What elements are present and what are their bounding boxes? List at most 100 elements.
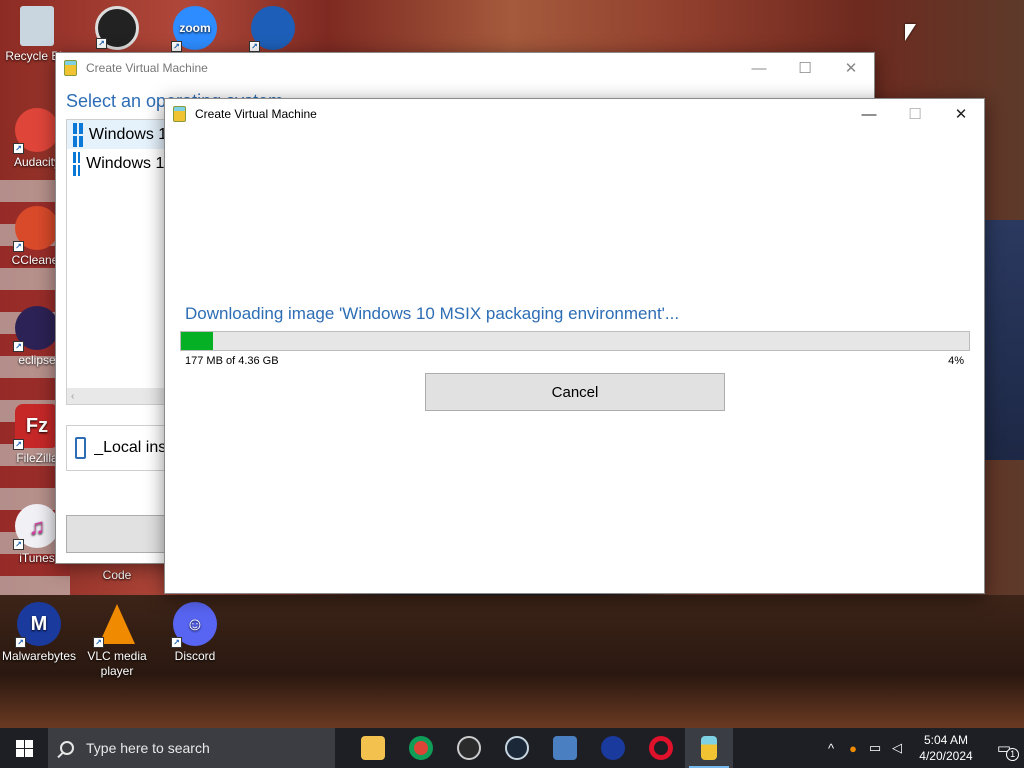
cancel-button[interactable]: Cancel: [425, 373, 725, 411]
taskbar-malwarebytes[interactable]: [589, 728, 637, 768]
discord-icon: ☺ ↗: [171, 602, 217, 648]
chrome-icon: [409, 736, 433, 760]
progress-fill: [181, 332, 213, 350]
back-window-title: Create Virtual Machine: [86, 61, 208, 75]
minimize-button[interactable]: —: [846, 99, 892, 129]
desktop-icon-openoffice[interactable]: ↗: [236, 6, 310, 53]
horizontal-scrollbar[interactable]: ‹: [67, 388, 175, 404]
taskbar-opera[interactable]: [637, 728, 685, 768]
shortcut-arrow-icon: ↗: [13, 539, 24, 550]
shortcut-arrow-icon: ↗: [171, 637, 182, 648]
os-list[interactable]: Windows 11 dev environment Windows 10 MS…: [66, 119, 176, 405]
desktop-icon-vlc[interactable]: ↗ VLC media player: [80, 602, 154, 679]
scroll-left-arrow-icon[interactable]: ‹: [71, 391, 74, 402]
zoom-icon-text: zoom: [179, 20, 211, 35]
audacity-icon: ↗: [13, 108, 59, 154]
notification-count: 1: [1006, 748, 1020, 761]
search-icon: [60, 741, 74, 755]
desktop-icon-obs[interactable]: ↗: [80, 6, 154, 53]
hyper-v-quick-create-icon: [701, 736, 717, 760]
opera-icon: [649, 736, 673, 760]
download-window-titlebar[interactable]: Create Virtual Machine — ☐ ✕: [165, 99, 984, 129]
filezilla-icon-text: Fz: [25, 414, 49, 437]
show-hidden-icons-chevron-icon[interactable]: ^: [820, 741, 842, 756]
desktop-icon-label: eclipse: [18, 353, 56, 367]
close-button[interactable]: ✕: [938, 99, 984, 129]
local-source-icon: [75, 437, 87, 459]
desktop-icon-label: Code: [102, 568, 132, 582]
taskbar-steam[interactable]: [493, 728, 541, 768]
windows-logo-icon: [73, 122, 83, 147]
shortcut-arrow-icon: ↗: [15, 637, 26, 648]
clock-time: 5:04 AM: [923, 733, 969, 747]
notification-center-icon[interactable]: ▭ 1: [984, 739, 1024, 761]
system-tray: ^ ● ▭ ◁ 5:04 AM 4/20/2024 ▭ 1: [820, 728, 1024, 768]
download-progress-bar: [180, 331, 970, 351]
start-button[interactable]: [0, 728, 48, 768]
steam-icon: [505, 736, 529, 760]
tray-app-icon[interactable]: ●: [842, 741, 864, 756]
os-item-windows-11[interactable]: Windows 11 dev environment: [67, 120, 175, 149]
desktop-icon-label: Discord: [174, 649, 216, 663]
desktop-icon-discord[interactable]: ☺ ↗ Discord: [158, 602, 232, 664]
shortcut-arrow-icon: ↗: [13, 439, 24, 450]
local-installation-source[interactable]: _Local installation source: [66, 425, 176, 471]
itunes-icon: ♫ ↗: [13, 504, 59, 550]
mouse-cursor-icon: [905, 24, 916, 41]
search-placeholder: Type here to search: [86, 740, 210, 756]
desktop-icon-code[interactable]: Code: [80, 568, 154, 583]
os-item-windows-10-msix[interactable]: Windows 10 MSIX packaging environment: [67, 149, 175, 178]
download-size-text: 177 MB of 4.36 GB: [185, 355, 279, 367]
close-button[interactable]: ✕: [828, 53, 874, 83]
taskbar-search-box[interactable]: Type here to search: [48, 728, 335, 768]
ccleaner-icon: ↗: [13, 206, 59, 252]
os-item-label: Windows 10 MSIX packaging environment: [86, 154, 175, 172]
shortcut-arrow-icon: ↗: [96, 38, 107, 49]
windows-logo-icon: [15, 739, 33, 757]
taskbar-file-explorer[interactable]: [349, 728, 397, 768]
minimize-button[interactable]: —: [736, 53, 782, 83]
download-status-text: Downloading image 'Windows 10 MSIX packa…: [185, 304, 680, 323]
app-icon: [173, 106, 186, 122]
zoom-icon: zoom ↗: [171, 6, 217, 52]
download-percent-text: 4%: [948, 355, 964, 367]
shortcut-arrow-icon: ↗: [93, 637, 104, 648]
app-icon: [64, 60, 77, 76]
eclipse-icon: ↗: [13, 306, 59, 352]
network-icon[interactable]: ▭: [864, 740, 886, 756]
download-window-title: Create Virtual Machine: [195, 107, 317, 121]
obs-icon: ↗: [95, 6, 139, 50]
maximize-button[interactable]: ☐: [782, 53, 828, 83]
shortcut-arrow-icon: ↗: [249, 41, 260, 52]
os-item-label: Windows 11 dev environment: [88, 125, 175, 143]
malwarebytes-icon: [601, 736, 625, 760]
obs-icon: [457, 736, 481, 760]
desktop-icon-label: FileZilla: [16, 451, 58, 465]
clock[interactable]: 5:04 AM 4/20/2024: [908, 732, 984, 764]
file-explorer-icon: [361, 736, 385, 760]
desktop-icon-zoom[interactable]: zoom ↗: [158, 6, 232, 53]
back-window-titlebar[interactable]: Create Virtual Machine — ☐ ✕: [56, 53, 874, 83]
create-vm-button[interactable]: [66, 515, 176, 553]
remote-desktop-icon: [553, 736, 577, 760]
desktop-icon-label: iTunes: [19, 551, 55, 565]
local-source-label: _Local installation source: [94, 439, 175, 456]
shortcut-arrow-icon: ↗: [13, 241, 24, 252]
maximize-button[interactable]: ☐: [892, 99, 938, 129]
filezilla-icon: Fz ↗: [13, 404, 59, 450]
taskbar-remote-desktop[interactable]: [541, 728, 589, 768]
desktop-icon-label: Audacity: [13, 155, 61, 169]
taskbar: Type here to search ^ ● ▭ ◁ 5:04 AM 4/20…: [0, 728, 1024, 768]
malwarebytes-icon: M ↗: [15, 602, 61, 648]
openoffice-icon: ↗: [249, 6, 295, 52]
desktop-icon-label: Malwarebytes: [2, 649, 77, 663]
recycle-bin-icon: [20, 6, 54, 46]
volume-muted-icon[interactable]: ◁: [886, 740, 908, 756]
clock-date: 4/20/2024: [919, 749, 973, 763]
desktop-icon-malwarebytes[interactable]: M ↗ Malwarebytes: [2, 602, 76, 664]
taskbar-obs[interactable]: [445, 728, 493, 768]
taskbar-chrome[interactable]: [397, 728, 445, 768]
desktop-icon-label: VLC media player: [87, 649, 147, 678]
download-window: Create Virtual Machine — ☐ ✕ Downloading…: [164, 98, 985, 594]
taskbar-hyper-v-quick-create[interactable]: [685, 728, 733, 768]
